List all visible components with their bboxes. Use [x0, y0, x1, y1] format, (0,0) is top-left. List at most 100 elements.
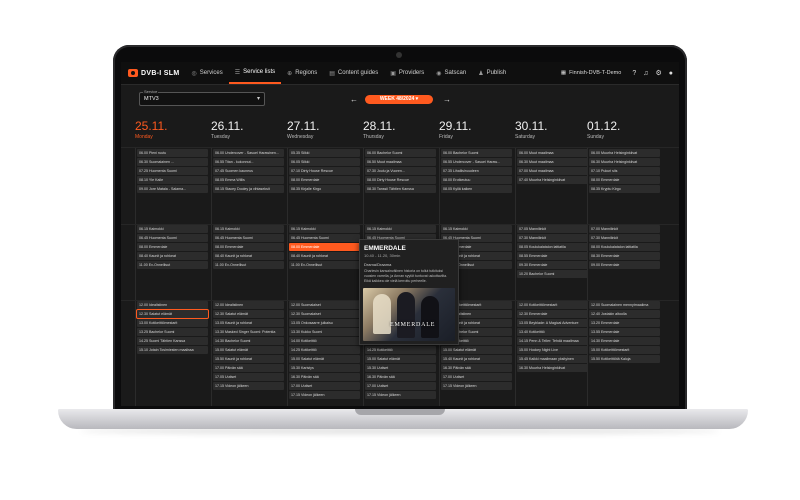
program-item[interactable]: 17.00 Uutiset	[441, 373, 512, 381]
program-item[interactable]: 06.00 Muurha Helsinginkiivat	[589, 149, 660, 157]
program-item[interactable]: 08.00 Emmerdale	[289, 176, 360, 184]
program-item[interactable]: 13.25 Bachelor Suomi	[137, 328, 208, 336]
week-selector[interactable]: WEEK 48/2024 ▾	[365, 95, 433, 104]
program-item[interactable]: 07.30 Joulu ja Vuoren...	[365, 167, 436, 175]
program-item[interactable]: 17.00 Päivän sää	[213, 364, 284, 372]
program-item[interactable]: 15.10 Jotain Tosimiesten maalissa	[137, 346, 208, 354]
program-item[interactable]: 08.05 Koulukalatalon lattiatila	[517, 243, 588, 251]
program-item[interactable]: 06.15 Kaimokki	[289, 225, 360, 233]
program-item[interactable]: 17.00 Uutiset	[289, 382, 360, 390]
program-item[interactable]: 08.40 Kaunit ja rohkeat	[137, 252, 208, 260]
prev-week-icon[interactable]: ←	[350, 95, 358, 104]
program-item[interactable]: 15.00 Salatut elämät	[289, 355, 360, 363]
program-item[interactable]: 15.00 Salatut elämät	[441, 346, 512, 354]
program-item[interactable]: 15.00 Salatut elämät	[365, 355, 436, 363]
program-item[interactable]: 07.40 Muurha Helsinginkiivat	[517, 176, 588, 184]
program-item[interactable]: 15.50 Kotikeittiötä Kaloja	[589, 355, 660, 363]
program-item[interactable]: 16.30 Päivän sää	[441, 364, 512, 372]
nav-tab-publish[interactable]: ♟ Publish	[472, 62, 512, 84]
program-item[interactable]: 08.00 Emmerdale	[213, 243, 284, 251]
program-item[interactable]: 06.55 Undercover - Sasuel Haraw...	[441, 158, 512, 166]
program-item[interactable]: 15.00 Kotikeittiömestarit	[589, 346, 660, 354]
nav-tab-services[interactable]: ◎ Services	[185, 62, 228, 84]
program-item[interactable]: 05.35 Silkki	[289, 149, 360, 157]
program-item[interactable]: 07.30 Mannilinkit	[517, 234, 588, 242]
program-item[interactable]: 08.30 Emmerdale	[589, 252, 660, 260]
program-item[interactable]: 06.30 Muut maailmaa	[517, 158, 588, 166]
program-item[interactable]: 17.15 Videon jälkeen	[213, 382, 284, 390]
program-item[interactable]: 14.15 Penn & Teller: Tehdä maailmaa	[517, 337, 588, 345]
program-item[interactable]: 06.45 Huomenta Suomi	[289, 234, 360, 242]
service-select[interactable]: Service MTV3 ▾	[139, 89, 265, 106]
program-item[interactable]: 13.55 Emmerdale	[589, 328, 660, 336]
program-item[interactable]: 08.00 Emmerdale	[137, 243, 208, 251]
gear-icon[interactable]: ⚙	[655, 69, 661, 77]
program-item[interactable]: 14.25 Kotikeittiö	[289, 346, 360, 354]
program-item[interactable]: 11.00 Ex-Onnellisut	[137, 261, 208, 269]
program-item[interactable]: 13.40 Kotikeittiö	[517, 328, 588, 336]
program-item[interactable]: 07.10 Pukuri siis	[589, 167, 660, 175]
program-item[interactable]: 16.30 Päivän sää	[289, 373, 360, 381]
program-item[interactable]: 06.45 Huomenta Suomi	[213, 234, 284, 242]
program-item[interactable]: 07.10 Dirty House Rescue	[289, 167, 360, 175]
program-item[interactable]: 15.30 Uutiset	[365, 364, 436, 372]
program-item[interactable]: 06.45 Huomenta Suomi	[137, 234, 208, 242]
program-item[interactable]: 07.05 Mannilinkit	[517, 225, 588, 233]
program-item[interactable]: 06.00 Bachelor Suomi	[441, 149, 512, 157]
program-item[interactable]: 06.15 Kaimokki	[213, 225, 284, 233]
user-icon[interactable]: ●	[669, 70, 673, 77]
program-item[interactable]: 06.00 Pieni ruutu	[137, 149, 208, 157]
program-item[interactable]: 08.30 Tanssii Tähtien Kanssa	[365, 185, 436, 193]
program-item[interactable]: 06.00 Undercover - Sasuel Harawinen...	[213, 149, 284, 157]
program-item[interactable]: 06.15 Kaimokki	[137, 225, 208, 233]
program-item[interactable]: 08.00 Dirty House Rescue	[365, 176, 436, 184]
program-item[interactable]: 12.00 Idealistinen	[213, 301, 284, 309]
program-item[interactable]: 07.30 Mannilinkit	[589, 234, 660, 242]
program-item[interactable]: 08.55 Emmerdale	[517, 252, 588, 260]
program-item[interactable]: 06.55 Titan - kukonnut...	[213, 158, 284, 166]
help-icon[interactable]: ?	[632, 70, 636, 77]
next-week-icon[interactable]: →	[443, 95, 451, 104]
program-item[interactable]: 08.40 Kaunit ja rohkeat	[213, 252, 284, 260]
program-item[interactable]: 12.00 Idealistinen	[137, 301, 208, 309]
program-item[interactable]: 15.50 Kaunit ja rohkeat	[213, 355, 284, 363]
program-item[interactable]: 13.30 Masked Singer Suomi: Potentia	[213, 328, 284, 336]
program-item[interactable]: 06.15 Kaimokki	[441, 225, 512, 233]
program-item[interactable]: 11.00 Ex-Onnellisut	[289, 261, 360, 269]
program-item[interactable]: 16.30 Muurha Helsinginkiivat	[517, 364, 588, 372]
program-item[interactable]: 16.30 Päivän sää	[365, 373, 436, 381]
program-item[interactable]: 08.40 Kaunit ja rohkeat	[289, 252, 360, 260]
program-item[interactable]: 07.45 Suomen kauneus	[213, 167, 284, 175]
program-item[interactable]: 06.00 Bachelor Suomi	[365, 149, 436, 157]
program-item[interactable]: 15.30 Karistys	[289, 364, 360, 372]
program-item[interactable]: 07.00 Muut maailmaa	[517, 167, 588, 175]
program-item[interactable]: 12.40 Jostakin altoolla	[589, 310, 660, 318]
program-item[interactable]: 13.30 Kukko Suomi	[289, 328, 360, 336]
program-item[interactable]: 08.35 Kryptu Kirgo	[589, 185, 660, 193]
program-item[interactable]: 08.00 Emmerdale	[289, 243, 360, 251]
program-item[interactable]: 15.00 Hockey Night Live	[517, 346, 588, 354]
nav-tab-regions[interactable]: ⊕ Regions	[281, 62, 323, 84]
program-item[interactable]: 06.30 Suomalainen ...	[137, 158, 208, 166]
program-item[interactable]: 06.15 Kaimokki	[365, 225, 436, 233]
program-item[interactable]: 14.25 Suomi Tähtien Kanssa	[137, 337, 208, 345]
program-item[interactable]: 08.35 Kirjalle Kirgo	[289, 185, 360, 193]
program-item[interactable]: 10.20 Bachelor Suomi	[517, 270, 588, 278]
program-item[interactable]: 12.30 Suomalaiset	[289, 310, 360, 318]
program-item[interactable]: 09.00 Jore Matala - Salama...	[137, 185, 208, 193]
program-item[interactable]: 11.00 Ex-Onnellisut	[213, 261, 284, 269]
program-item[interactable]: 14.00 Kotikeittiö	[289, 337, 360, 345]
program-item[interactable]: 08.05 Emma Willis	[213, 176, 284, 184]
environment-selector[interactable]: ▦ Finnish-DVB-T-Demo	[561, 70, 621, 76]
program-item[interactable]: 14.25 Kotikeittiö	[365, 346, 436, 354]
program-item[interactable]: 07.25 Huomenta Suomi	[137, 167, 208, 175]
nav-tab-service-lists[interactable]: ☰ Service lists	[228, 62, 282, 84]
program-item[interactable]: 08.15 Stacey Dooley ja vihtaseksit	[213, 185, 284, 193]
program-item[interactable]: 17.05 Uutiset	[213, 373, 284, 381]
nav-tab-content-guides[interactable]: ▤ Content guides	[323, 62, 384, 84]
program-item[interactable]: 06.00 Muut maailmaa	[517, 149, 588, 157]
program-item[interactable]: 08.10 Yle Kalle	[137, 176, 208, 184]
program-item[interactable]: 12.30 Salatut elämät	[213, 310, 284, 318]
program-item[interactable]: 14.30 Emmerdale	[589, 337, 660, 345]
program-item[interactable]: 17.15 Videon jälkeen	[365, 391, 436, 399]
